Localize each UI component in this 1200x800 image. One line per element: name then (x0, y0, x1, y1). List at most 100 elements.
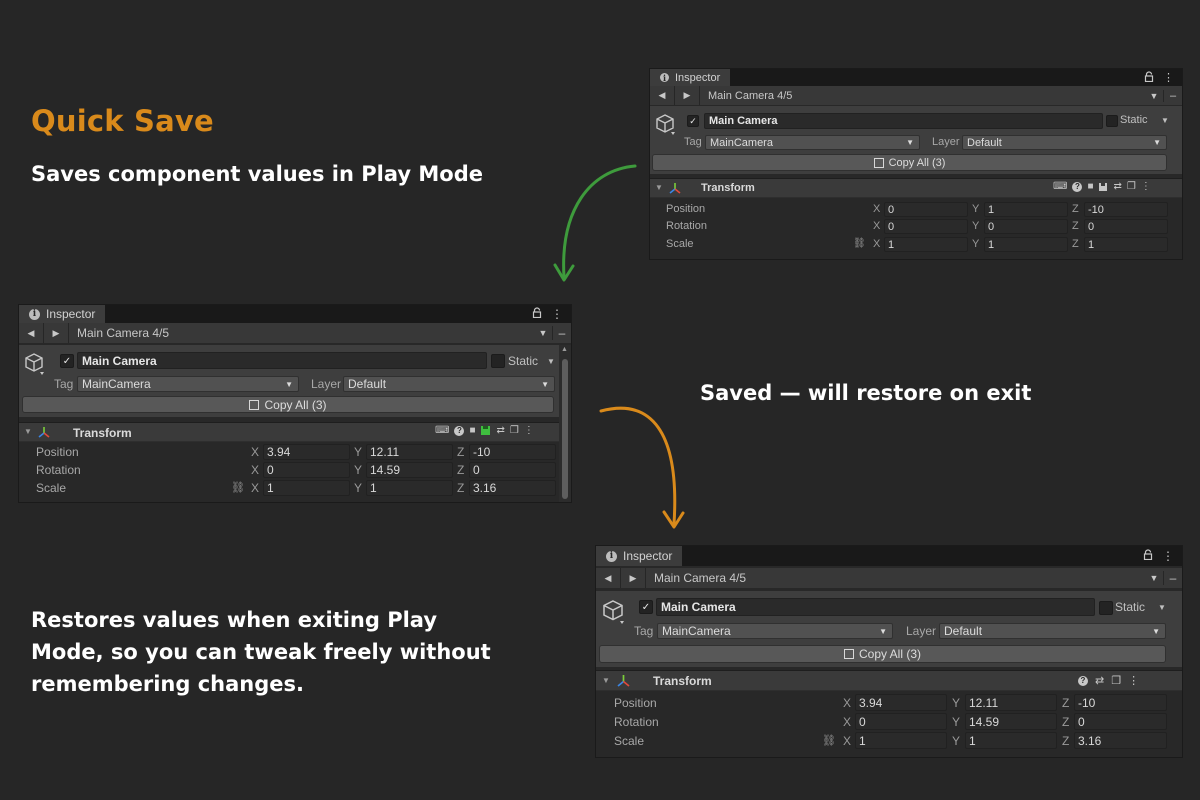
transform-header[interactable]: ▼ Transform ? ⇄ ❐ ⋮ (596, 670, 1182, 691)
nav-forward-icon[interactable]: ▶ (675, 86, 700, 105)
scale-z-field[interactable]: 3.16 (469, 480, 556, 496)
nav-back-icon[interactable]: ◀ (650, 86, 675, 105)
presets-icon[interactable]: ⇄ (1095, 674, 1104, 687)
position-x-field[interactable]: 0 (884, 202, 968, 217)
layer-dropdown[interactable]: Default ▼ (343, 376, 555, 392)
transform-header[interactable]: ▼ Transform ⌨ ? ■ ⇄ ❐ ⋮ (19, 422, 559, 442)
scale-x-field[interactable]: 1 (855, 732, 947, 749)
copy-all-button[interactable]: Copy All (3) (652, 154, 1167, 171)
nav-forward-icon[interactable]: ▶ (621, 568, 646, 588)
rotation-x-field[interactable]: 0 (884, 219, 968, 234)
kebab-menu-icon[interactable]: ⋮ (1162, 549, 1174, 563)
nav-dropdown-icon[interactable]: ▼ (1145, 573, 1163, 583)
kebab-menu-icon[interactable]: ⋮ (524, 425, 534, 436)
position-label: Position (666, 203, 706, 215)
rotation-x-field[interactable]: 0 (855, 713, 947, 730)
kebab-menu-icon[interactable]: ⋮ (1163, 71, 1174, 84)
collapse-icon[interactable]: – (1163, 89, 1182, 102)
static-checkbox[interactable] (1099, 601, 1113, 615)
layer-dropdown[interactable]: Default ▼ (939, 623, 1166, 639)
position-z-field[interactable]: -10 (469, 444, 556, 460)
help-icon[interactable]: ? (454, 425, 465, 436)
position-y-field[interactable]: 12.11 (366, 444, 453, 460)
position-z-field[interactable]: -10 (1084, 202, 1168, 217)
nav-back-icon[interactable]: ◀ (596, 568, 621, 588)
link-scale-icon[interactable]: ⛓ (231, 481, 245, 494)
link-scale-icon[interactable]: ⛓ (822, 734, 836, 747)
foldout-icon[interactable]: ▼ (602, 676, 610, 685)
copy-all-button[interactable]: Copy All (3) (599, 645, 1166, 663)
scroll-up-icon[interactable]: ▲ (561, 346, 568, 353)
active-checkbox[interactable]: ✓ (60, 354, 74, 368)
nav-forward-icon[interactable]: ▶ (44, 323, 69, 343)
rotation-z-field[interactable]: 0 (469, 462, 556, 478)
rotation-y-field[interactable]: 14.59 (366, 462, 453, 478)
active-checkbox[interactable]: ✓ (687, 115, 699, 127)
copy-all-button[interactable]: Copy All (3) (22, 396, 554, 413)
copy-icon[interactable]: ❐ (1127, 181, 1136, 192)
rotation-y-field[interactable]: 0 (984, 219, 1068, 234)
position-y-field[interactable]: 12.11 (965, 694, 1057, 711)
lock-icon[interactable] (1143, 549, 1153, 563)
tab-inspector[interactable]: i Inspector (650, 69, 731, 86)
object-name-field[interactable]: Main Camera (77, 352, 487, 369)
kebab-menu-icon[interactable]: ⋮ (551, 307, 563, 321)
tag-dropdown[interactable]: MainCamera ▼ (77, 376, 299, 392)
video-icon[interactable]: ■ (1087, 181, 1093, 192)
foldout-icon[interactable]: ▼ (24, 427, 32, 436)
position-x-field[interactable]: 3.94 (263, 444, 350, 460)
scale-z-field[interactable]: 3.16 (1074, 732, 1167, 749)
kebab-menu-icon[interactable]: ⋮ (1141, 181, 1151, 192)
object-name-field[interactable]: Main Camera (656, 598, 1095, 616)
rotation-x-field[interactable]: 0 (263, 462, 350, 478)
keyboard-icon[interactable]: ⌨ (435, 425, 449, 436)
tab-inspector[interactable]: i Inspector (19, 305, 106, 323)
help-icon[interactable]: ? (1078, 675, 1088, 686)
position-y-field[interactable]: 1 (984, 202, 1068, 217)
position-z-field[interactable]: -10 (1074, 694, 1167, 711)
collapse-icon[interactable]: – (552, 326, 571, 340)
nav-dropdown-icon[interactable]: ▼ (1145, 91, 1163, 101)
rotation-z-field[interactable]: 0 (1084, 219, 1168, 234)
transform-header[interactable]: ▼ Transform ⌨ ? ■ ⇄ ❐ ⋮ (650, 178, 1182, 198)
kebab-menu-icon[interactable]: ⋮ (1128, 674, 1139, 687)
copy-icon[interactable]: ❐ (1111, 674, 1121, 687)
green-save-icon[interactable] (480, 425, 491, 436)
layer-dropdown[interactable]: Default ▼ (962, 135, 1167, 150)
nav-dropdown-icon[interactable]: ▼ (534, 328, 552, 338)
scrollbar-thumb[interactable] (562, 359, 568, 499)
copy-icon[interactable]: ❐ (510, 425, 519, 436)
presets-icon[interactable]: ⇄ (496, 425, 504, 436)
tag-dropdown[interactable]: MainCamera ▼ (705, 135, 920, 150)
link-scale-icon[interactable]: ⛓ (853, 238, 866, 249)
help-icon[interactable]: ? (1072, 181, 1083, 192)
scale-y-field[interactable]: 1 (984, 237, 1068, 252)
tab-inspector[interactable]: i Inspector (596, 546, 683, 566)
static-dropdown-icon[interactable]: ▼ (547, 357, 555, 366)
scale-x-field[interactable]: 1 (884, 237, 968, 252)
scale-y-field[interactable]: 1 (366, 480, 453, 496)
object-name-field[interactable]: Main Camera (704, 113, 1103, 129)
video-icon[interactable]: ■ (469, 425, 475, 436)
lock-icon[interactable] (1144, 70, 1154, 85)
keyboard-icon[interactable]: ⌨ (1053, 181, 1067, 192)
scrollbar[interactable]: ▲ (559, 345, 571, 502)
position-x-field[interactable]: 3.94 (855, 694, 947, 711)
rotation-z-field[interactable]: 0 (1074, 713, 1167, 730)
tag-dropdown[interactable]: MainCamera ▼ (657, 623, 893, 639)
static-checkbox[interactable] (1106, 115, 1118, 127)
rotation-y-field[interactable]: 14.59 (965, 713, 1057, 730)
scale-z-field[interactable]: 1 (1084, 237, 1168, 252)
lock-icon[interactable] (532, 307, 542, 321)
static-checkbox[interactable] (491, 354, 505, 368)
save-icon[interactable] (1098, 182, 1108, 192)
foldout-icon[interactable]: ▼ (655, 183, 663, 192)
active-checkbox[interactable]: ✓ (639, 600, 653, 614)
collapse-icon[interactable]: – (1163, 571, 1182, 585)
static-dropdown-icon[interactable]: ▼ (1161, 116, 1169, 125)
scale-x-field[interactable]: 1 (263, 480, 350, 496)
scale-y-field[interactable]: 1 (965, 732, 1057, 749)
presets-icon[interactable]: ⇄ (1113, 181, 1121, 192)
static-dropdown-icon[interactable]: ▼ (1158, 603, 1166, 612)
nav-back-icon[interactable]: ◀ (19, 323, 44, 343)
